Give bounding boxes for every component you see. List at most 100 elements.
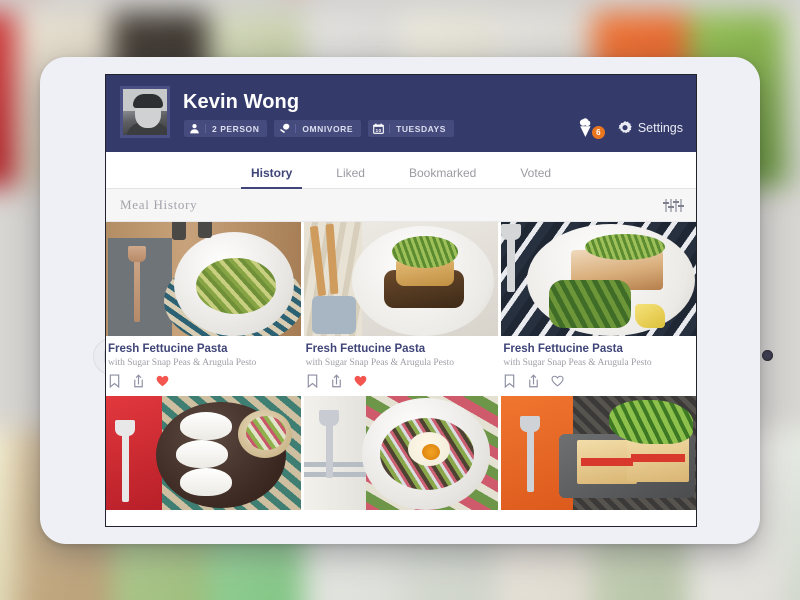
recipe-card[interactable] (106, 396, 301, 510)
drumstick-icon (280, 123, 290, 133)
recipe-card[interactable]: Fresh Fettucine Pasta with Sugar Snap Pe… (501, 222, 696, 396)
filter-slider (668, 198, 673, 212)
recipe-subtitle: with Sugar Snap Peas & Arugula Pesto (503, 358, 652, 368)
background-top-bar (0, 0, 800, 12)
recipe-grid: Fresh Fettucine Pasta with Sugar Snap Pe… (106, 222, 696, 510)
photo-lemon (635, 304, 666, 328)
heart-icon[interactable] (551, 374, 564, 388)
badge-diet-label: OMNIVORE (302, 123, 354, 134)
photo-shaker (172, 222, 186, 240)
bookmark-icon[interactable] (108, 374, 121, 388)
photo-salad (246, 416, 286, 450)
recipe-card[interactable]: Fresh Fettucine Pasta with Sugar Snap Pe… (303, 222, 499, 396)
badge-divider (389, 124, 391, 133)
photo-fork-tines (128, 246, 146, 262)
settings-label: Settings (637, 121, 683, 135)
front-camera-icon (762, 350, 773, 361)
photo-red-napkin (106, 396, 162, 510)
app-header: Kevin Wong 2 PERSON OMNIVORE 10 TUESDAYS… (106, 75, 696, 152)
recipe-photo-pasta[interactable] (106, 222, 301, 336)
avatar[interactable] (120, 86, 170, 138)
recipe-card[interactable]: Fresh Fettucine Pasta with Sugar Snap Pe… (106, 222, 301, 396)
notifications-button[interactable]: 6 (578, 118, 605, 139)
recipe-photo-sandwich[interactable] (501, 396, 696, 510)
badge-divider (205, 124, 206, 133)
heart-icon[interactable] (156, 374, 169, 388)
photo-bao-bun (176, 440, 228, 468)
recipe-photo-grain-salad[interactable] (303, 396, 499, 510)
photo-greens (549, 280, 632, 328)
photo-scallion (585, 234, 666, 260)
tablet-screen: Kevin Wong 2 PERSON OMNIVORE 10 TUESDAYS… (105, 74, 697, 527)
recipe-card[interactable] (501, 396, 696, 510)
recipe-card-body: Fresh Fettucine Pasta with Sugar Snap Pe… (106, 336, 301, 396)
bookmark-icon[interactable] (306, 374, 319, 388)
recipe-subtitle: with Sugar Snap Peas & Arugula Pesto (108, 358, 257, 368)
filter-slider (673, 198, 678, 212)
recipe-card-body: Fresh Fettucine Pasta with Sugar Snap Pe… (501, 336, 696, 396)
photo-shaker (198, 222, 212, 238)
badge-diet[interactable]: OMNIVORE (274, 120, 362, 137)
photo-napkin-stripe (303, 462, 366, 467)
recipe-subtitle: with Sugar Snap Peas & Arugula Pesto (305, 358, 454, 368)
photo-tomato (581, 458, 634, 466)
header-actions: 6 Settings (578, 118, 683, 139)
notification-count-badge: 6 (591, 126, 605, 139)
photo-fork-tines (318, 410, 339, 426)
photo-greens (391, 236, 458, 268)
photo-egg-yolk (421, 444, 440, 460)
photo-food (196, 258, 276, 314)
recipe-title: Fresh Fettucine Pasta (503, 343, 623, 355)
share-icon[interactable] (527, 374, 540, 388)
section-header: Meal History (106, 189, 696, 222)
tab-voted[interactable]: Voted (498, 166, 573, 188)
photo-fork-tines (501, 224, 522, 240)
badge-delivery-day[interactable]: 10 TUESDAYS (368, 120, 454, 137)
settings-button[interactable]: Settings (618, 121, 683, 135)
background-photo (784, 430, 800, 600)
heart-icon[interactable] (354, 374, 367, 388)
share-icon[interactable] (330, 374, 343, 388)
photo-napkin-stripe (303, 472, 366, 477)
tab-bookmarked[interactable]: Bookmarked (387, 166, 498, 188)
calendar-icon: 10 (373, 123, 384, 134)
filter-slider (678, 198, 683, 212)
badge-persons[interactable]: 2 PERSON (184, 120, 268, 137)
badge-delivery-day-label: TUESDAYS (396, 123, 446, 134)
recipe-card[interactable] (303, 396, 499, 510)
recipe-photo-bao[interactable] (106, 396, 301, 510)
avatar-hair (133, 94, 163, 108)
tab-bar: History Liked Bookmarked Voted (106, 152, 696, 189)
photo-fork-tines (115, 420, 135, 436)
background-photo (0, 12, 16, 187)
badge-persons-label: 2 PERSON (212, 123, 260, 134)
background-photo (0, 430, 16, 600)
tab-liked[interactable]: Liked (314, 166, 387, 188)
recipe-title: Fresh Fettucine Pasta (108, 343, 228, 355)
photo-arugula (609, 400, 694, 444)
recipe-card-body: Fresh Fettucine Pasta with Sugar Snap Pe… (304, 336, 499, 396)
tab-history[interactable]: History (229, 166, 314, 189)
photo-fork-tines (520, 416, 541, 432)
sliders-filter-icon[interactable] (663, 198, 683, 212)
recipe-actions (503, 374, 696, 388)
recipe-title: Fresh Fettucine Pasta (305, 343, 426, 355)
person-icon (190, 124, 199, 134)
bookmark-icon[interactable] (503, 374, 516, 388)
calendar-day-number: 10 (376, 128, 382, 134)
page-title: Kevin Wong (183, 91, 300, 113)
photo-bao-bun (180, 468, 232, 496)
filter-slider (663, 198, 668, 212)
recipe-actions (108, 374, 301, 388)
recipe-photo-fish[interactable] (303, 222, 499, 336)
gear-icon (618, 121, 632, 134)
section-title: Meal History (120, 197, 198, 212)
badge-divider (295, 124, 297, 133)
share-icon[interactable] (132, 374, 145, 388)
photo-tomato (631, 454, 686, 462)
background-photo (784, 12, 800, 187)
tablet-device: Kevin Wong 2 PERSON OMNIVORE 10 TUESDAYS… (40, 57, 773, 544)
recipe-photo-pork[interactable] (501, 222, 696, 336)
recipe-actions (306, 374, 499, 388)
profile-badges: 2 PERSON OMNIVORE 10 TUESDAYS (184, 120, 454, 137)
